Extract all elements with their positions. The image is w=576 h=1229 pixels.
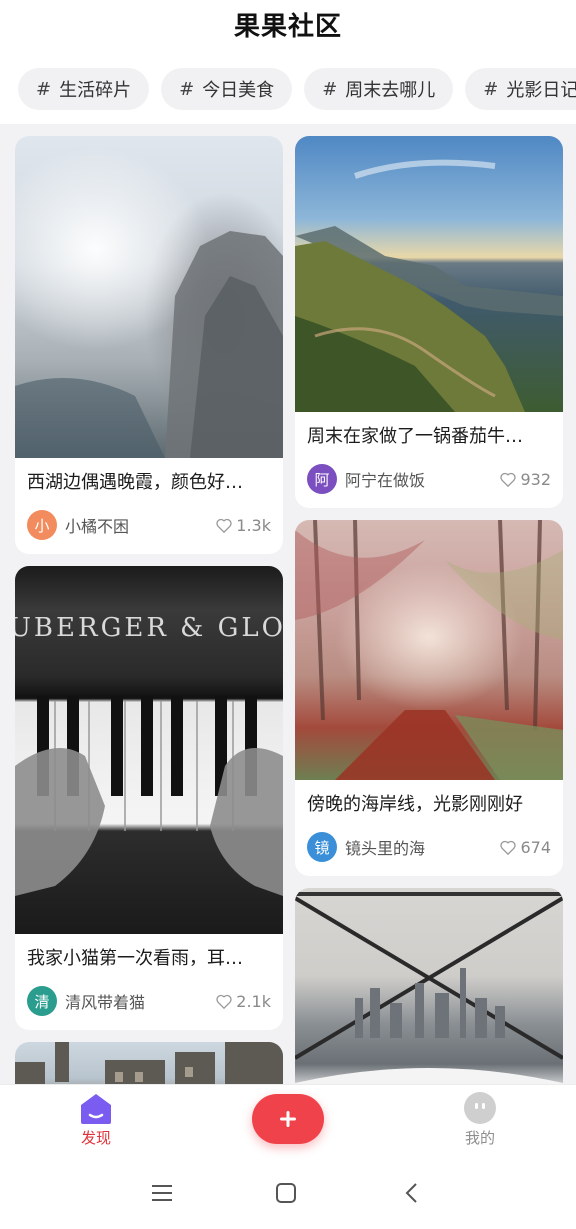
- author-row: 清 清风带着猫 2.1k: [27, 986, 271, 1016]
- tab-label: 发现: [80, 1129, 111, 1147]
- bottom-tab-bar: 发现 我的: [0, 1084, 576, 1164]
- tag-label: 今日美食: [202, 80, 275, 101]
- mountain-fog-photo[interactable]: [15, 136, 283, 458]
- avatar[interactable]: 镜: [307, 832, 337, 862]
- post-title: 傍晚的海岸线，光影刚刚好: [307, 794, 523, 815]
- post-meta: 傍晚的海岸线，光影刚刚好 镜 镜头里的海 674: [295, 780, 563, 862]
- author-row: 小 小橘不困 1.3k: [27, 510, 271, 540]
- tab-mine[interactable]: 我的: [440, 1091, 520, 1148]
- tag-label: 生活碎片: [59, 80, 132, 101]
- back-icon[interactable]: [400, 1181, 424, 1205]
- post-title: 西湖边偶遇晚霞，颜色好…: [27, 472, 243, 493]
- author-row: 镜 镜头里的海 674: [307, 832, 551, 862]
- tab-label: 我的: [464, 1129, 495, 1147]
- like-count[interactable]: 1.3k: [216, 516, 271, 535]
- plus-icon: [280, 1111, 296, 1127]
- tag-weekend[interactable]: # 周末去哪儿: [304, 68, 454, 110]
- add-post-button[interactable]: [252, 1094, 324, 1144]
- app-title: 果果社区: [233, 12, 342, 42]
- street-buildings-photo[interactable]: [15, 1042, 283, 1084]
- heart-icon[interactable]: [500, 840, 517, 855]
- city-skyline-photo[interactable]: [295, 888, 563, 1084]
- author-name[interactable]: 镜头里的海: [345, 835, 500, 859]
- tag-label: 周末去哪儿: [345, 80, 436, 101]
- avatar[interactable]: 小: [27, 510, 57, 540]
- author-name[interactable]: 阿宁在做饭: [345, 467, 500, 491]
- tag-label: 光影日记: [506, 80, 576, 101]
- post-card[interactable]: 傍晚的海岸线，光影刚刚好 镜 镜头里的海 674: [295, 520, 563, 876]
- home-square-icon[interactable]: [274, 1181, 298, 1205]
- post-feed[interactable]: 西湖边偶遇晚霞，颜色好… 小 小橘不困 1.3k 周末在家做了一锅番茄牛… 阿 …: [0, 124, 576, 1084]
- home-icon: [81, 1094, 111, 1124]
- avatar[interactable]: 清: [27, 986, 57, 1016]
- menu-icon[interactable]: [150, 1181, 174, 1205]
- author-name[interactable]: 清风带着猫: [65, 989, 216, 1013]
- post-meta: 周末在家做了一锅番茄牛… 阿 阿宁在做饭 932: [295, 412, 563, 494]
- app-header: 果果社区 # 生活碎片 # 今日美食 # 周末去哪儿 # 光影日记: [0, 0, 576, 124]
- post-card[interactable]: UBERGER & GLO 我家小猫第一次看雨，耳… 清 清风带着猫 2.1k: [15, 566, 283, 1030]
- post-title: 我家小猫第一次看雨，耳…: [27, 948, 243, 969]
- author-row: 阿 阿宁在做饭 932: [307, 464, 551, 494]
- heart-icon[interactable]: [216, 994, 232, 1009]
- heart-icon[interactable]: [500, 472, 517, 487]
- autumn-forest-photo[interactable]: [295, 520, 563, 780]
- tab-discover[interactable]: 发现: [56, 1091, 136, 1148]
- piano-hands-photo[interactable]: UBERGER & GLO: [15, 566, 283, 934]
- post-card[interactable]: 周末在家做了一锅番茄牛… 阿 阿宁在做饭 932: [295, 136, 563, 508]
- profile-icon: [464, 1092, 496, 1124]
- post-title: 周末在家做了一锅番茄牛…: [307, 426, 523, 447]
- heart-icon[interactable]: [216, 518, 232, 533]
- post-card[interactable]: 西湖边偶遇晚霞，颜色好… 小 小橘不困 1.3k: [15, 136, 283, 554]
- avatar[interactable]: 阿: [307, 464, 337, 494]
- tag-light[interactable]: # 光影日记: [465, 68, 576, 110]
- post-meta: 我家小猫第一次看雨，耳… 清 清风带着猫 2.1k: [15, 934, 283, 1016]
- tag-life[interactable]: # 生活碎片: [18, 68, 150, 110]
- post-card[interactable]: [295, 888, 563, 1084]
- post-card[interactable]: [15, 1042, 283, 1084]
- system-nav-bar: [0, 1164, 576, 1229]
- like-count[interactable]: 932: [500, 470, 551, 489]
- like-count[interactable]: 2.1k: [216, 992, 271, 1011]
- author-name[interactable]: 小橘不困: [65, 513, 216, 537]
- topic-tag-bar: # 生活碎片 # 今日美食 # 周末去哪儿 # 光影日记: [18, 68, 576, 110]
- tag-food[interactable]: # 今日美食: [161, 68, 293, 110]
- svg-text:UBERGER & GLO: UBERGER & GLO: [15, 613, 283, 643]
- coast-sunset-photo[interactable]: [295, 136, 563, 412]
- post-meta: 西湖边偶遇晚霞，颜色好… 小 小橘不困 1.3k: [15, 458, 283, 540]
- like-count[interactable]: 674: [500, 838, 551, 857]
